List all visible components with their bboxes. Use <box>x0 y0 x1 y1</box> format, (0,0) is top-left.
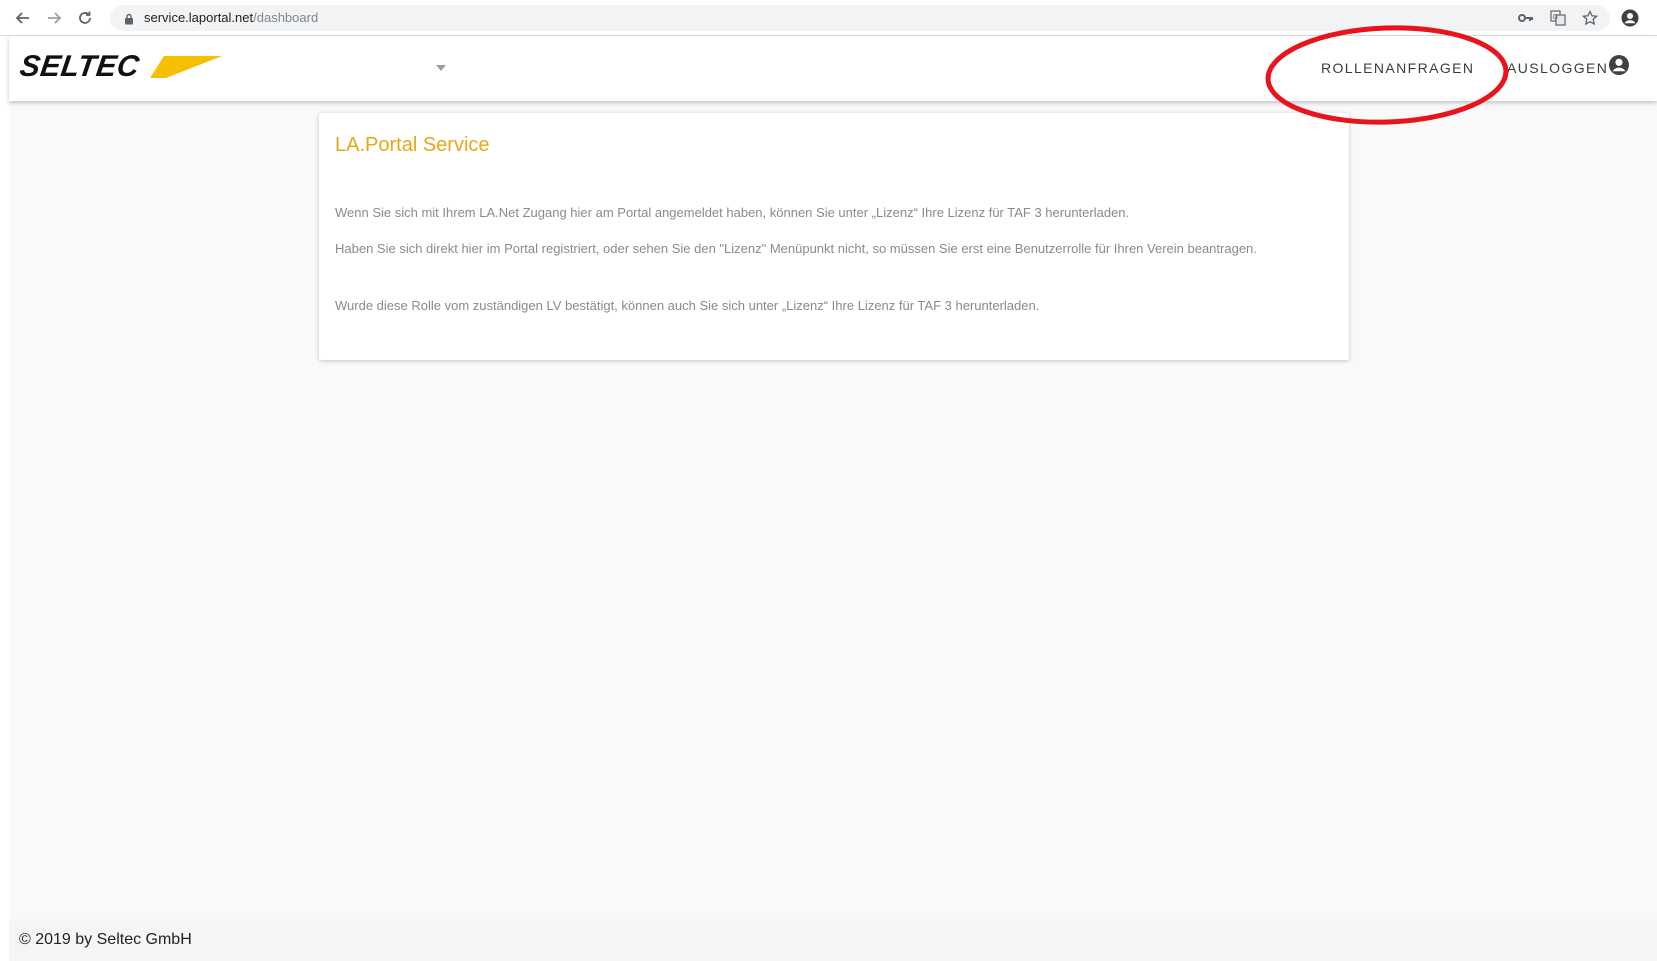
copyright-text: © 2019 by Seltec GmbH <box>19 931 192 948</box>
reload-icon[interactable] <box>74 7 96 29</box>
logo-swoosh-icon <box>150 56 222 78</box>
app-header: SELTEC ROLLENANFRAGEN AUSLOGGEN <box>9 36 1657 101</box>
svg-text:G: G <box>1553 14 1558 21</box>
account-circle-icon[interactable] <box>1608 54 1630 81</box>
lock-icon <box>124 12 134 30</box>
browser-toolbar: service.laportal.net/dashboard G <box>0 0 1657 36</box>
nav-logout[interactable]: AUSLOGGEN <box>1507 60 1608 76</box>
key-icon[interactable] <box>1515 7 1537 29</box>
profile-icon[interactable] <box>1619 7 1641 29</box>
info-card: LA.Portal Service Wenn Sie sich mit Ihre… <box>319 113 1349 360</box>
back-arrow-icon[interactable] <box>12 7 34 29</box>
url-host: service.laportal.net <box>144 10 254 25</box>
card-paragraph: Wurde diese Rolle vom zuständigen LV bes… <box>335 298 1040 313</box>
url-text: service.laportal.net/dashboard <box>144 10 318 25</box>
translate-icon[interactable]: G <box>1547 7 1569 29</box>
card-title: LA.Portal Service <box>335 134 490 156</box>
card-paragraph: Wenn Sie sich mit Ihrem LA.Net Zugang hi… <box>335 205 1130 220</box>
main-content: LA.Portal Service Wenn Sie sich mit Ihre… <box>9 101 1657 919</box>
logo-text: SELTEC <box>17 50 142 83</box>
url-path: /dashboard <box>253 10 319 25</box>
forward-arrow-icon[interactable] <box>43 7 65 29</box>
nav-role-requests[interactable]: ROLLENANFRAGEN <box>1321 60 1474 76</box>
card-paragraph: Haben Sie sich direkt hier im Portal reg… <box>335 241 1257 256</box>
seltec-logo[interactable]: SELTEC <box>17 50 222 84</box>
footer: © 2019 by Seltec GmbH <box>9 919 1657 961</box>
address-bar[interactable]: service.laportal.net/dashboard <box>110 5 1610 31</box>
chevron-down-icon[interactable] <box>436 58 446 76</box>
star-icon[interactable] <box>1579 7 1601 29</box>
